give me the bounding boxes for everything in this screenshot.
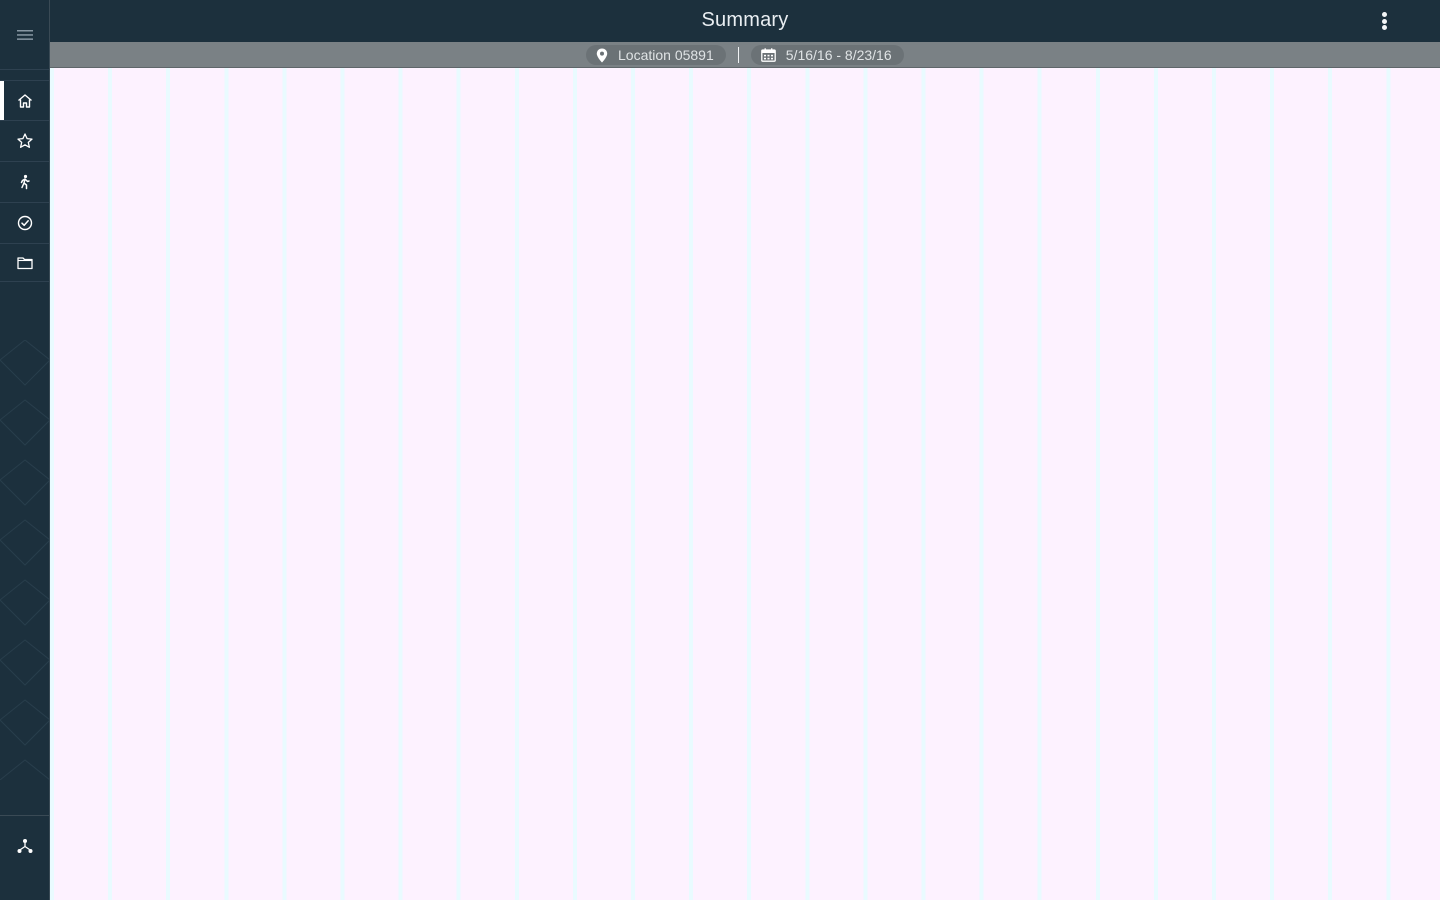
sidebar-item-tasks[interactable] [0,203,49,244]
content-grid [50,68,1440,900]
kebab-dot [1381,18,1387,24]
sidebar-nav [0,80,49,282]
sidebar-item-favorites[interactable] [0,121,49,162]
hamburger-icon [17,29,33,40]
menu-button[interactable] [0,0,49,70]
header-bar: Summary [50,0,1440,42]
home-icon [18,93,32,108]
sidebar-item-files[interactable] [0,244,49,282]
location-filter[interactable]: Location 05891 [586,45,726,65]
date-range-filter[interactable]: 5/16/16 - 8/23/16 [750,45,904,65]
check-circle-icon [17,215,33,231]
sidebar [0,0,50,900]
date-range-label: 5/16/16 - 8/23/16 [785,47,892,63]
network-button[interactable] [0,816,49,876]
location-label: Location 05891 [618,47,714,63]
sidebar-item-home[interactable] [0,80,49,121]
star-icon [17,133,33,148]
filter-bar: Location 05891 5/16/16 - 8/23/16 [50,42,1440,68]
kebab-dot [1381,12,1387,17]
page-title: Summary [701,9,789,31]
sidebar-bottom [0,815,49,876]
calendar-icon [760,48,776,62]
folder-icon [17,256,33,269]
network-icon [17,839,33,853]
map-pin-icon [596,48,608,63]
filter-group: Location 05891 5/16/16 - 8/23/16 [586,44,904,66]
kebab-dot [1381,25,1387,30]
sidebar-hex-pattern [0,340,49,780]
more-options-button[interactable] [1374,10,1394,32]
filter-divider [737,47,739,63]
sidebar-item-activity[interactable] [0,162,49,203]
runner-icon [20,174,30,190]
